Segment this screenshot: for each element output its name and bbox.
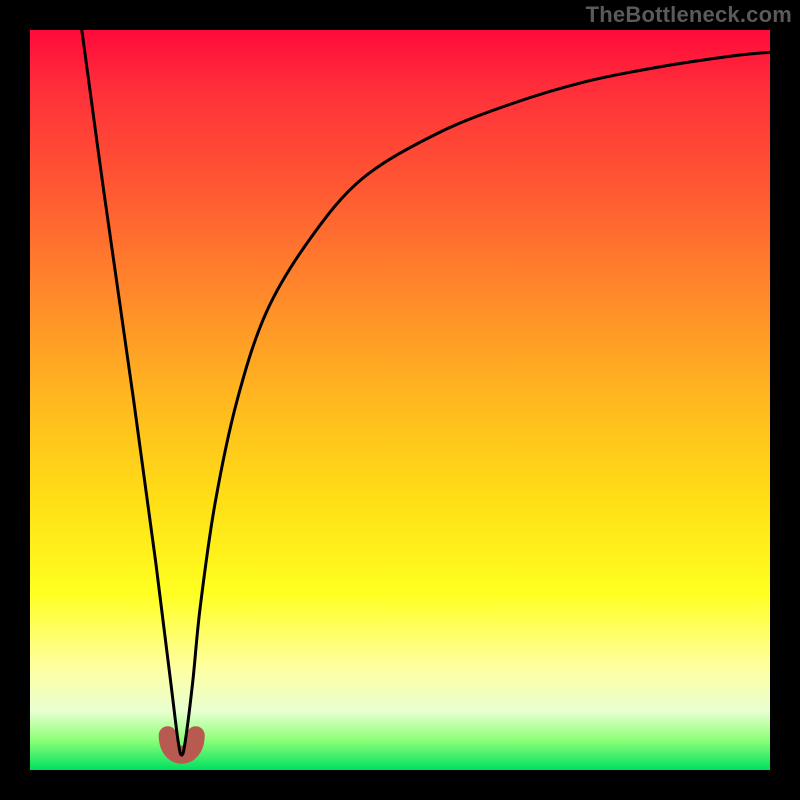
chart-frame: TheBottleneck.com: [0, 0, 800, 800]
watermark-text: TheBottleneck.com: [586, 2, 792, 28]
curve-min-marker: [168, 735, 196, 755]
plot-area: [30, 30, 770, 770]
curve-svg: [30, 30, 770, 770]
bottleneck-curve: [82, 30, 770, 755]
